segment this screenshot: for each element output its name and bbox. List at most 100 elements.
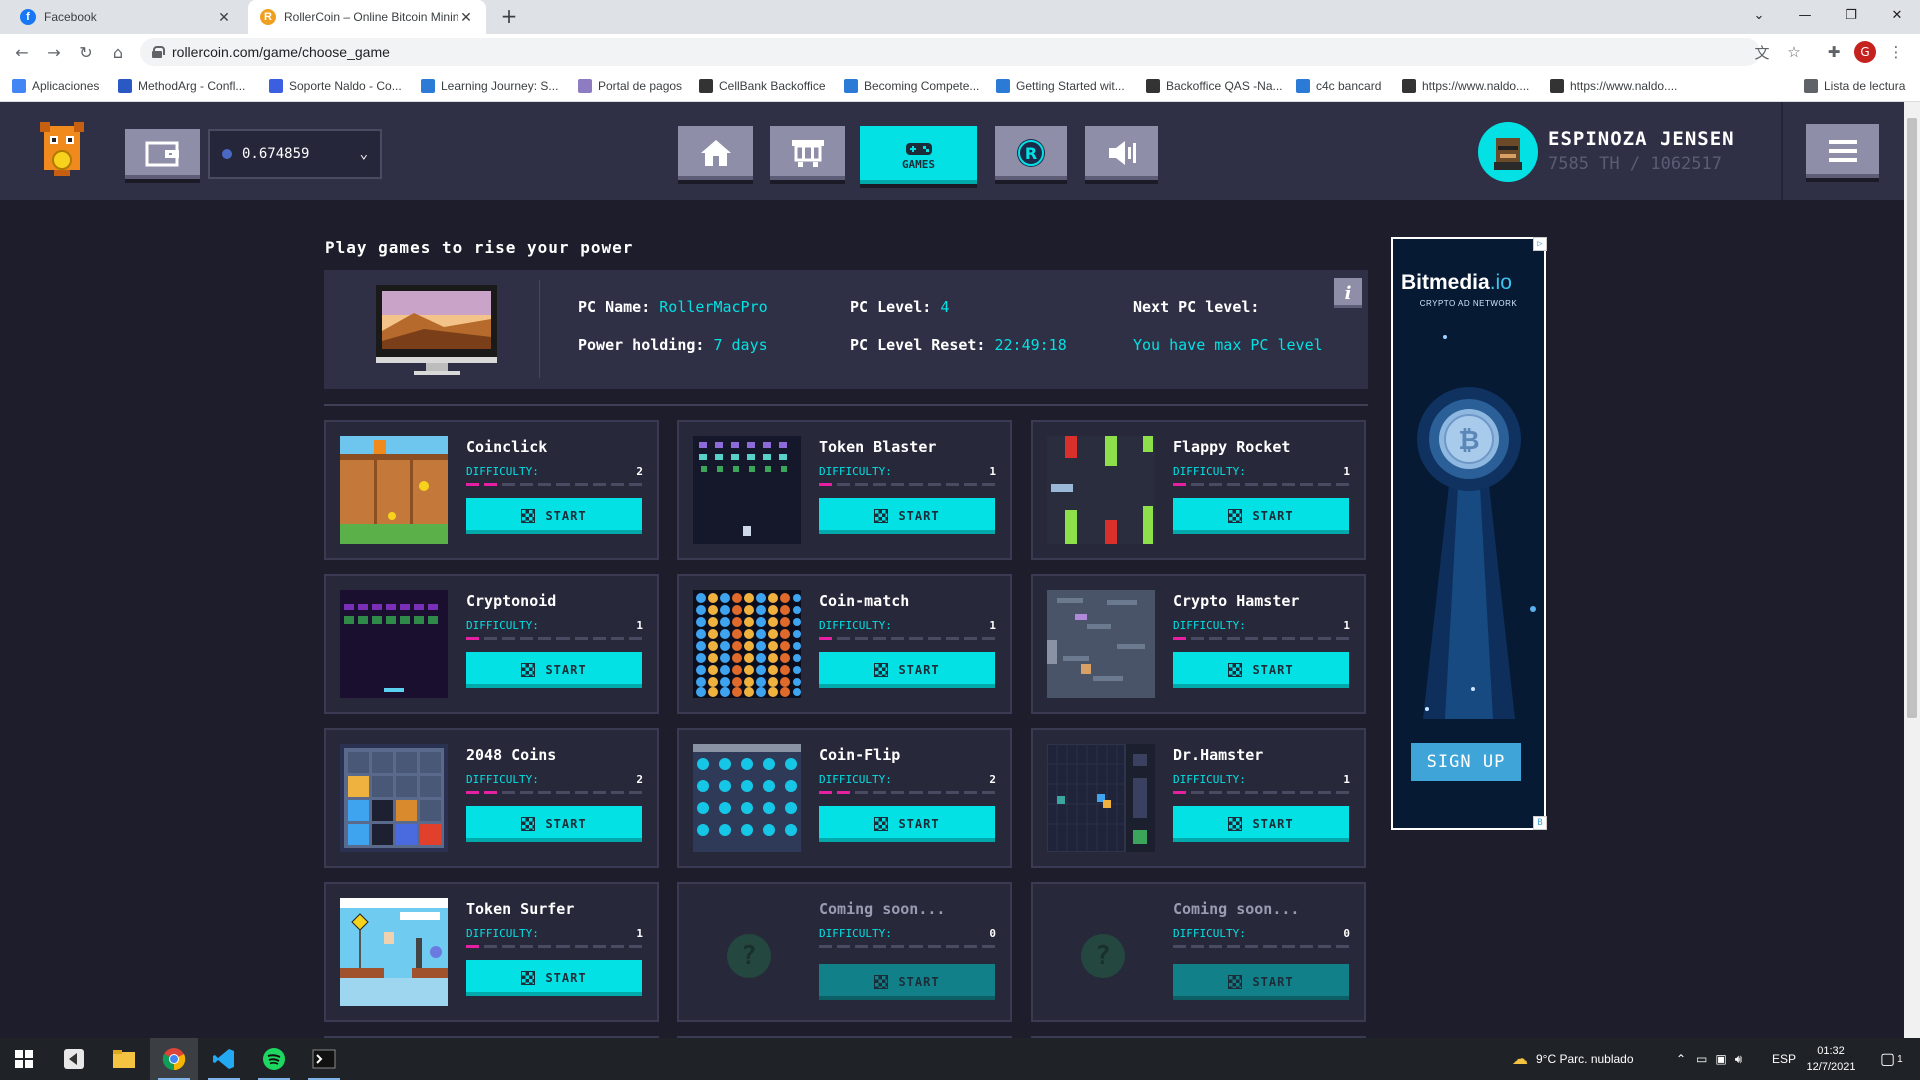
pc-info-panel: PC Name: RollerMacPro Power holding: 7 d… bbox=[324, 270, 1368, 389]
extensions-icon[interactable]: ✚ bbox=[1824, 42, 1844, 62]
ad-info-icon[interactable]: B bbox=[1533, 816, 1547, 830]
info-button[interactable]: i bbox=[1334, 278, 1362, 308]
clock[interactable]: 01:32 12/7/2021 bbox=[1800, 1043, 1862, 1075]
bookmark-item[interactable]: Learning Journey: S... bbox=[421, 78, 558, 94]
games-nav-button[interactable]: GAMES bbox=[860, 126, 977, 184]
display-icon[interactable]: ▣ bbox=[1715, 1052, 1726, 1066]
bookmark-favicon-icon bbox=[578, 79, 592, 93]
start-button[interactable]: START bbox=[819, 498, 995, 534]
bookmark-item[interactable]: Becoming Compete... bbox=[844, 78, 979, 94]
minimize-button[interactable]: — bbox=[1782, 0, 1828, 30]
bookmark-item[interactable]: Backoffice QAS -Na... bbox=[1146, 78, 1283, 94]
ad-signup-button[interactable]: SIGN UP bbox=[1411, 743, 1521, 781]
terminal-taskbar-icon[interactable] bbox=[300, 1038, 348, 1080]
chrome-taskbar-icon[interactable] bbox=[150, 1038, 198, 1080]
main-menu-button[interactable] bbox=[1806, 124, 1879, 178]
rollercoin-favicon-icon: R bbox=[260, 9, 276, 25]
browser-menu-icon[interactable]: ⋮ bbox=[1886, 42, 1906, 62]
back-button[interactable]: ← bbox=[10, 40, 34, 64]
difficulty-value: 1 bbox=[636, 927, 643, 940]
start-button[interactable]: START bbox=[466, 498, 642, 534]
volume-icon[interactable]: 🔊︎ bbox=[1735, 1052, 1743, 1067]
checkered-flag-icon bbox=[874, 975, 889, 989]
bookmark-item[interactable]: https://www.naldo.... bbox=[1402, 78, 1529, 94]
marketplace-nav-button[interactable] bbox=[770, 126, 845, 180]
sound-toggle-button[interactable] bbox=[1085, 126, 1158, 180]
start-button[interactable]: START bbox=[819, 806, 995, 842]
close-window-button[interactable]: ✕ bbox=[1874, 0, 1920, 30]
start-button[interactable]: START bbox=[466, 652, 642, 688]
weather-widget[interactable]: ☁ 9°C Parc. nublado bbox=[1512, 1038, 1634, 1080]
windows-start-icon[interactable] bbox=[0, 1038, 48, 1080]
bitmedia-ad-banner[interactable]: Bitmedia.io CRYPTO AD NETWORK ₿ SIGN UP bbox=[1391, 237, 1546, 830]
tab-rollercoin[interactable]: R RollerCoin – Online Bitcoin Minin ✕ bbox=[248, 0, 486, 34]
tab-search-icon[interactable]: ⌄ bbox=[1736, 0, 1782, 30]
spotify-taskbar-icon[interactable] bbox=[250, 1038, 298, 1080]
file-explorer-taskbar-icon[interactable] bbox=[100, 1038, 148, 1080]
bookmark-item[interactable]: https://www.naldo.... bbox=[1550, 78, 1677, 94]
difficulty-segment bbox=[538, 483, 552, 486]
new-tab-button[interactable]: + bbox=[498, 6, 520, 28]
game-title: Coinclick bbox=[466, 438, 548, 456]
game-card-token-surfer: Token Surfer DIFFICULTY: 1 START bbox=[324, 882, 659, 1022]
rlt-nav-button[interactable]: R bbox=[995, 126, 1067, 180]
close-tab-icon[interactable]: ✕ bbox=[216, 9, 232, 26]
profile-avatar[interactable]: G bbox=[1854, 41, 1876, 63]
url-bar[interactable]: rollercoin.com/game/choose_game bbox=[140, 38, 1760, 66]
difficulty-segment bbox=[1191, 791, 1205, 794]
start-button[interactable]: START bbox=[1173, 806, 1349, 842]
translate-icon[interactable]: 文 bbox=[1752, 42, 1772, 62]
tray-system-icons[interactable]: ▭ ▣ 🔊︎ bbox=[1696, 1038, 1742, 1080]
bookmark-item[interactable]: Portal de pagos bbox=[578, 78, 682, 94]
difficulty-segment bbox=[1191, 483, 1205, 486]
user-avatar[interactable] bbox=[1478, 122, 1538, 182]
reading-list[interactable]: Lista de lectura bbox=[1804, 78, 1905, 94]
start-button[interactable]: START bbox=[466, 960, 642, 996]
difficulty-segment bbox=[1227, 637, 1241, 640]
reload-button[interactable]: ↻ bbox=[74, 40, 98, 64]
start-button[interactable]: START bbox=[1173, 652, 1349, 688]
bookmark-favicon-icon bbox=[1296, 79, 1310, 93]
difficulty-segment bbox=[1245, 483, 1259, 486]
visual-studio-taskbar-icon[interactable] bbox=[50, 1038, 98, 1080]
bookmark-star-icon[interactable]: ☆ bbox=[1784, 42, 1804, 62]
rollercoin-logo-icon[interactable] bbox=[38, 122, 86, 178]
difficulty-label: DIFFICULTY: bbox=[466, 927, 539, 940]
bookmark-apps[interactable]: Aplicaciones bbox=[12, 78, 99, 94]
wallet-button[interactable] bbox=[125, 129, 200, 179]
pc-name-row: PC Name: RollerMacPro bbox=[578, 298, 768, 316]
balance-selector[interactable]: 0.674859 ⌄ bbox=[208, 129, 382, 179]
pc-level-reset-value: 22:49:18 bbox=[994, 336, 1067, 354]
checkered-flag-icon bbox=[521, 509, 536, 523]
next-pc-level-value: You have max PC level bbox=[1133, 336, 1323, 354]
checkered-flag-icon bbox=[521, 817, 536, 831]
bookmark-item[interactable]: c4c bancard bbox=[1296, 78, 1381, 94]
home-nav-button[interactable] bbox=[678, 126, 753, 180]
network-icon[interactable]: ▭ bbox=[1696, 1052, 1707, 1066]
difficulty-label: DIFFICULTY: bbox=[819, 927, 892, 940]
bookmark-item[interactable]: CellBank Backoffice bbox=[699, 78, 826, 94]
forward-button[interactable]: → bbox=[42, 40, 66, 64]
bookmark-item[interactable]: Getting Started wit... bbox=[996, 78, 1125, 94]
home-button[interactable]: ⌂ bbox=[106, 40, 130, 64]
start-button[interactable]: START bbox=[466, 806, 642, 842]
language-indicator[interactable]: ESP bbox=[1772, 1038, 1796, 1080]
vscode-taskbar-icon[interactable] bbox=[200, 1038, 248, 1080]
difficulty-segment bbox=[873, 945, 887, 948]
page-scrollbar[interactable] bbox=[1904, 102, 1920, 1038]
close-tab-icon[interactable]: ✕ bbox=[458, 9, 474, 26]
difficulty-label: DIFFICULTY: bbox=[466, 773, 539, 786]
bookmark-item[interactable]: Soporte Naldo - Co... bbox=[269, 78, 402, 94]
username[interactable]: ESPINOZA JENSEN bbox=[1548, 128, 1735, 150]
start-button[interactable]: START bbox=[819, 652, 995, 688]
restore-button[interactable]: ❐ bbox=[1828, 0, 1874, 30]
difficulty-segment bbox=[945, 637, 959, 640]
start-button[interactable]: START bbox=[1173, 498, 1349, 534]
show-hidden-icons[interactable]: ⌃ bbox=[1676, 1038, 1686, 1080]
scrollbar-thumb[interactable] bbox=[1907, 118, 1917, 718]
notifications-button[interactable]: ▢ 1 bbox=[1880, 1038, 1903, 1080]
start-button-disabled: START bbox=[1173, 964, 1349, 1000]
tab-facebook[interactable]: f Facebook ✕ bbox=[8, 0, 244, 34]
bookmark-item[interactable]: MethodArg - Confl... bbox=[118, 78, 245, 94]
ad-choices-icon[interactable]: ▷ bbox=[1533, 237, 1547, 251]
